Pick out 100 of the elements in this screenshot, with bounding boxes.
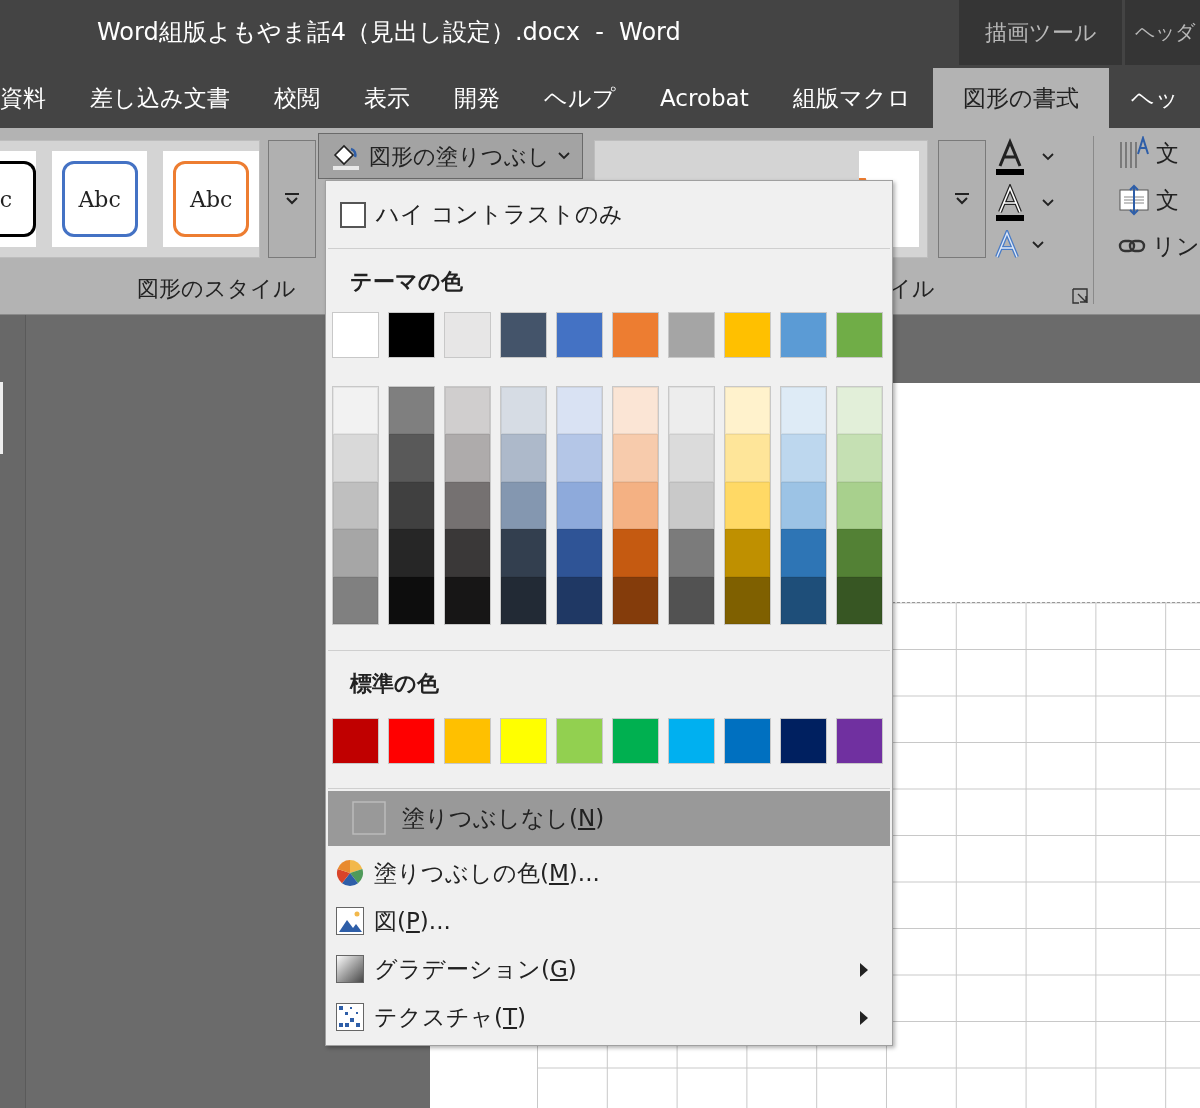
color-swatch[interactable] <box>444 717 491 764</box>
color-swatch[interactable] <box>333 434 378 482</box>
menu-item[interactable]: グラデーション(G) <box>326 944 892 993</box>
ribbon-tab[interactable]: 資料 <box>0 68 68 128</box>
color-swatch[interactable] <box>501 434 546 482</box>
color-swatch[interactable] <box>781 529 826 577</box>
color-swatch[interactable] <box>669 576 714 624</box>
color-swatch[interactable] <box>389 434 434 482</box>
dialog-launcher-icon[interactable] <box>1071 288 1088 304</box>
color-swatch[interactable] <box>445 481 490 530</box>
color-swatch[interactable] <box>781 434 826 482</box>
color-swatch[interactable] <box>837 576 882 624</box>
color-swatch[interactable] <box>725 481 770 530</box>
color-swatch[interactable] <box>836 312 883 358</box>
color-swatch[interactable] <box>388 717 435 764</box>
color-swatch[interactable] <box>837 387 882 435</box>
color-swatch[interactable] <box>668 312 715 358</box>
shape-fill-button[interactable]: 図形の塗りつぶし <box>317 133 583 179</box>
color-swatch[interactable] <box>501 529 546 577</box>
style-thumbnail[interactable]: Abc <box>163 151 259 247</box>
color-swatch[interactable] <box>500 312 547 358</box>
color-swatch[interactable] <box>557 434 602 482</box>
text-command-button[interactable]: 文 <box>1118 136 1200 171</box>
color-swatch[interactable] <box>333 481 378 530</box>
ribbon-tab[interactable]: 表示 <box>342 68 432 128</box>
color-swatch[interactable] <box>501 387 546 435</box>
color-swatch[interactable] <box>837 529 882 577</box>
ribbon-tab[interactable]: 差し込み文書 <box>68 68 252 128</box>
color-swatch[interactable] <box>837 434 882 482</box>
gallery-more-button[interactable] <box>938 140 987 258</box>
color-swatch[interactable] <box>444 312 491 358</box>
color-swatch[interactable] <box>669 434 714 482</box>
empty-square-icon <box>352 801 386 836</box>
color-swatch[interactable] <box>333 387 378 435</box>
color-swatch[interactable] <box>557 387 602 435</box>
style-thumbnail[interactable]: c <box>0 151 36 247</box>
text-command-button[interactable]: 文 <box>1118 182 1200 217</box>
color-swatch[interactable] <box>780 717 827 764</box>
color-swatch[interactable] <box>613 481 658 530</box>
color-swatch[interactable] <box>612 717 659 764</box>
color-swatch[interactable] <box>836 717 883 764</box>
context-tab-label[interactable]: 描画ツール <box>959 0 1122 65</box>
color-swatch[interactable] <box>725 387 770 435</box>
menu-item[interactable]: 塗りつぶしの色(M)... <box>326 848 892 897</box>
ribbon-tab[interactable]: 校閲 <box>252 68 342 128</box>
context-tab-label[interactable]: ヘッダ <box>1125 0 1200 65</box>
menu-item[interactable]: 図(P)... <box>326 896 892 945</box>
color-swatch[interactable] <box>668 717 715 764</box>
color-swatch[interactable] <box>445 387 490 435</box>
color-swatch[interactable] <box>389 481 434 530</box>
ribbon-tab[interactable]: Acrobat <box>638 68 771 128</box>
color-swatch[interactable] <box>780 312 827 358</box>
text-fill-icon <box>993 138 1026 176</box>
color-swatch[interactable] <box>613 576 658 624</box>
color-swatch[interactable] <box>613 529 658 577</box>
color-swatch[interactable] <box>557 481 602 530</box>
color-swatch[interactable] <box>333 576 378 624</box>
ribbon-tab[interactable]: 図形の書式 <box>932 68 1109 128</box>
ribbon-tab[interactable]: ヘッ <box>1108 68 1200 128</box>
color-swatch[interactable] <box>333 529 378 577</box>
color-swatch[interactable] <box>445 529 490 577</box>
ribbon-tab[interactable]: ヘルプ <box>522 68 638 128</box>
color-swatch[interactable] <box>725 529 770 577</box>
color-swatch[interactable] <box>445 576 490 624</box>
gallery-more-button[interactable] <box>268 140 316 258</box>
color-swatch[interactable] <box>837 481 882 530</box>
color-swatch[interactable] <box>557 529 602 577</box>
color-swatch[interactable] <box>724 312 771 358</box>
color-swatch[interactable] <box>669 387 714 435</box>
ribbon-tab[interactable]: 組版マクロ <box>770 68 933 128</box>
checkbox[interactable] <box>340 201 366 228</box>
menu-item[interactable]: 塗りつぶしなし(N) <box>328 790 890 846</box>
color-swatch[interactable] <box>669 529 714 577</box>
color-swatch[interactable] <box>724 717 771 764</box>
color-swatch[interactable] <box>501 576 546 624</box>
color-swatch[interactable] <box>500 717 547 764</box>
color-swatch[interactable] <box>388 312 435 358</box>
color-swatch[interactable] <box>557 576 602 624</box>
color-swatch[interactable] <box>781 576 826 624</box>
color-swatch[interactable] <box>669 481 714 530</box>
color-swatch[interactable] <box>781 481 826 530</box>
color-swatch[interactable] <box>556 717 603 764</box>
text-command-button[interactable]: リン <box>1118 229 1200 264</box>
color-swatch[interactable] <box>725 576 770 624</box>
style-thumbnail[interactable]: Abc <box>51 151 148 247</box>
menu-item[interactable]: テクスチャ(T) <box>326 992 892 1041</box>
color-swatch[interactable] <box>445 434 490 482</box>
color-swatch[interactable] <box>501 481 546 530</box>
color-swatch[interactable] <box>725 434 770 482</box>
color-swatch[interactable] <box>389 387 434 435</box>
color-swatch[interactable] <box>613 387 658 435</box>
color-swatch[interactable] <box>556 312 603 358</box>
color-swatch[interactable] <box>613 434 658 482</box>
color-swatch[interactable] <box>612 312 659 358</box>
color-swatch[interactable] <box>389 529 434 577</box>
color-swatch[interactable] <box>781 387 826 435</box>
color-swatch[interactable] <box>389 576 434 624</box>
color-swatch[interactable] <box>332 717 379 764</box>
ribbon-tab[interactable]: 開発 <box>432 68 522 128</box>
color-swatch[interactable] <box>332 312 379 358</box>
